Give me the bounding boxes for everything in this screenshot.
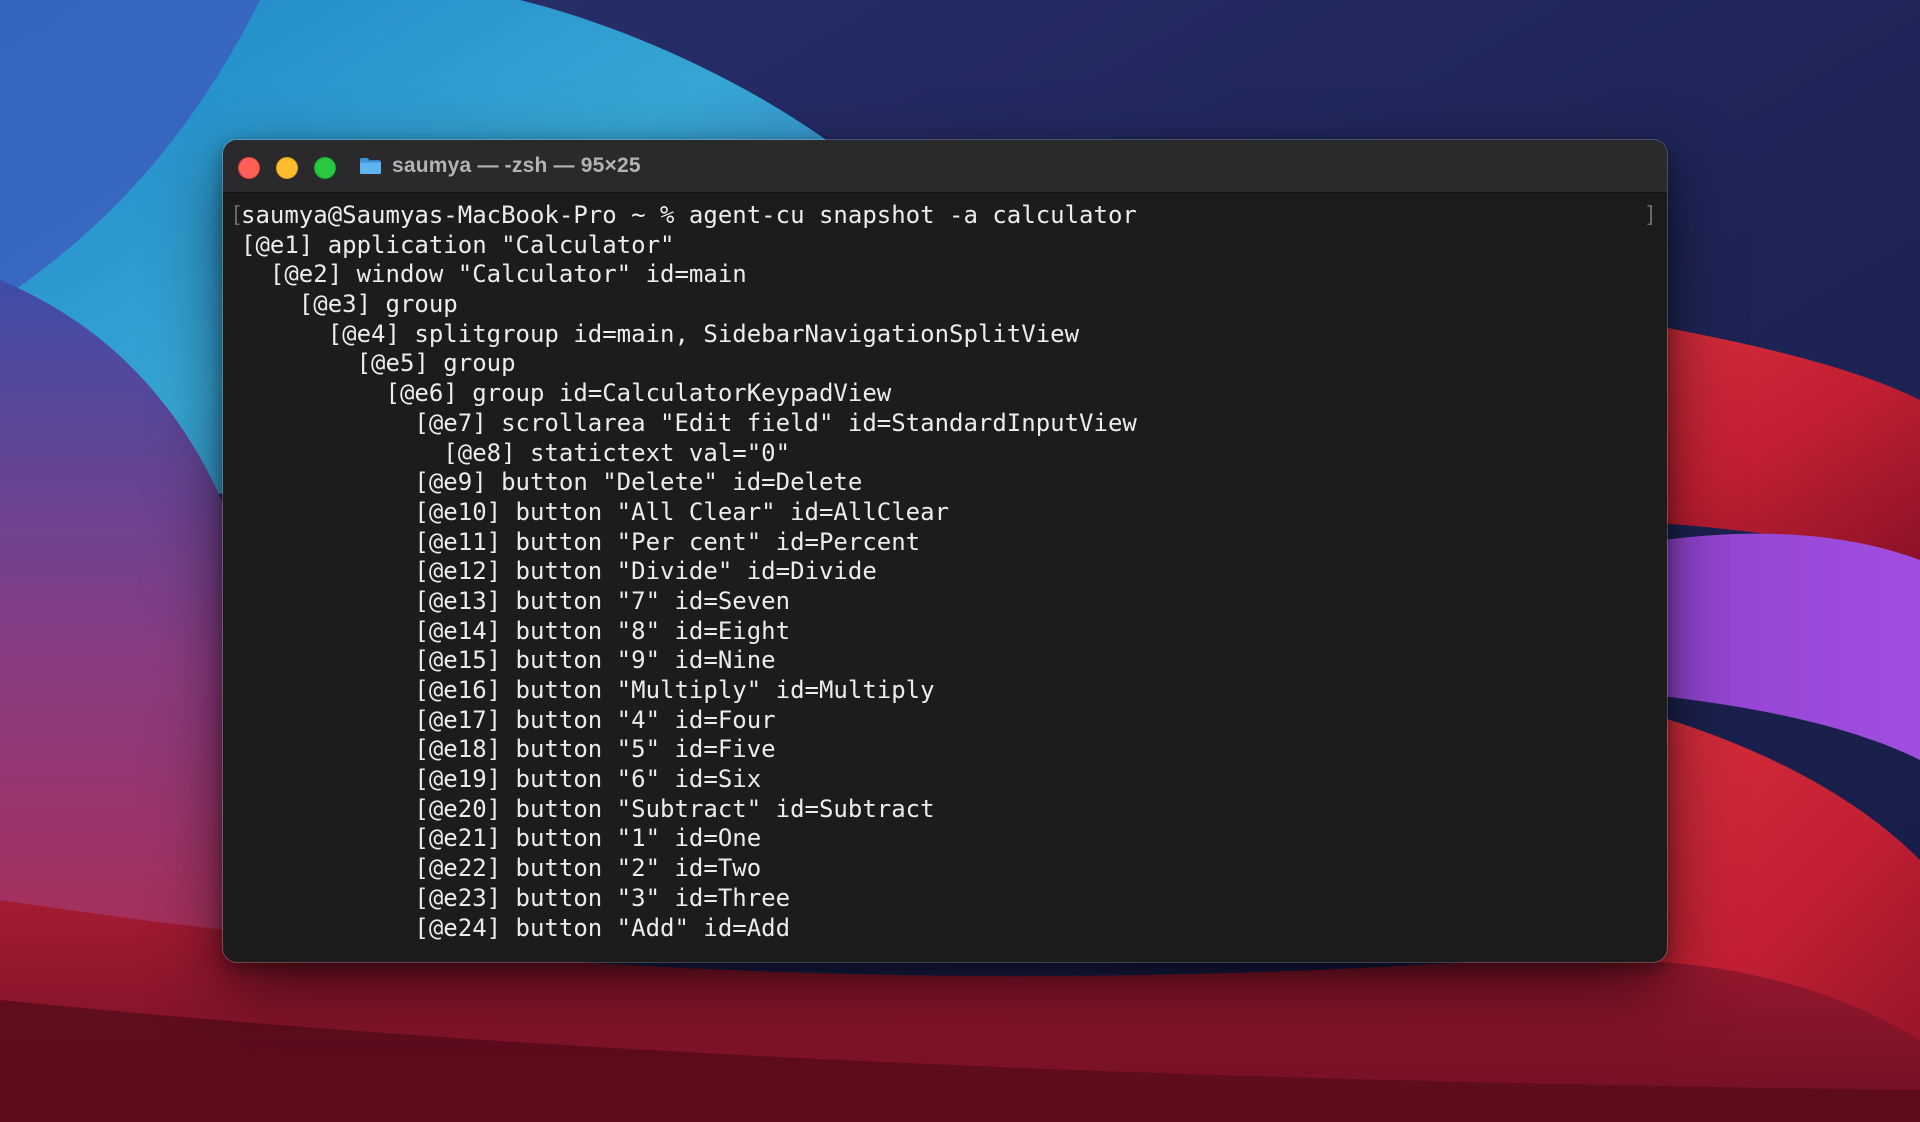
terminal-output-line: [@e18] button "5" id=Five	[241, 735, 776, 764]
terminal-output-line: [@e1] application "Calculator"	[241, 230, 675, 259]
terminal-output-line: [@e12] button "Divide" id=Divide	[241, 557, 877, 586]
terminal-output-line: [@e2] window "Calculator" id=main	[241, 260, 747, 289]
terminal-output-line: [@e3] group	[241, 290, 458, 319]
scroll-mark-right: ]	[1643, 203, 1657, 228]
terminal-output-line: [@e6] group id=CalculatorKeypadView	[241, 379, 892, 408]
terminal-output-line: [@e9] button "Delete" id=Delete	[241, 468, 863, 497]
scroll-mark-left: [	[230, 203, 244, 228]
command-prompt-line: saumya@Saumyas-MacBook-Pro ~ % agent-cu …	[241, 201, 1137, 229]
zoom-button[interactable]	[314, 157, 336, 179]
terminal-output-line: [@e16] button "Multiply" id=Multiply	[241, 676, 935, 704]
close-button[interactable]	[238, 157, 260, 179]
terminal-window[interactable]: saumya — -zsh — 95×25 [ ] saumya@Saumyas…	[223, 140, 1667, 962]
window-titlebar[interactable]: saumya — -zsh — 95×25	[223, 140, 1667, 193]
terminal-output-line: [@e5] group	[241, 349, 516, 378]
terminal-output-line: [@e8] statictext val="0"	[241, 438, 791, 467]
terminal-output-line: [@e17] button "4" id=Four	[241, 705, 776, 734]
window-title-group: saumya — -zsh — 95×25	[359, 140, 641, 192]
folder-icon	[359, 157, 382, 175]
window-title: saumya — -zsh — 95×25	[392, 154, 641, 177]
minimize-button[interactable]	[276, 157, 298, 179]
terminal-output-line: [@e19] button "6" id=Six	[241, 765, 762, 794]
terminal-output-line: [@e22] button "2" id=Two	[241, 854, 762, 883]
terminal-output-line: [@e13] button "7" id=Seven	[241, 586, 791, 615]
terminal-output-line: [@e15] button "9" id=Nine	[241, 646, 776, 675]
terminal-output-line: [@e20] button "Subtract" id=Subtract	[241, 794, 935, 823]
terminal-output-line: [@e7] scrollarea "Edit field" id=Standar…	[241, 408, 1137, 437]
terminal-output-line: [@e21] button "1" id=One	[241, 824, 762, 853]
terminal-output-line: [@e11] button "Per cent" id=Percent	[241, 527, 921, 556]
terminal-output-line: [@e14] button "8" id=Eight	[241, 616, 791, 645]
terminal-output-line: [@e23] button "3" id=Three	[241, 883, 791, 912]
terminal-output-line: [@e24] button "Add" id=Add	[241, 913, 791, 942]
terminal-content[interactable]: [ ] saumya@Saumyas-MacBook-Pro ~ % agent…	[223, 193, 1667, 953]
terminal-output-line: [@e10] button "All Clear" id=AllClear	[241, 497, 950, 526]
terminal-output-line: [@e4] splitgroup id=main, SidebarNavigat…	[241, 319, 1080, 348]
